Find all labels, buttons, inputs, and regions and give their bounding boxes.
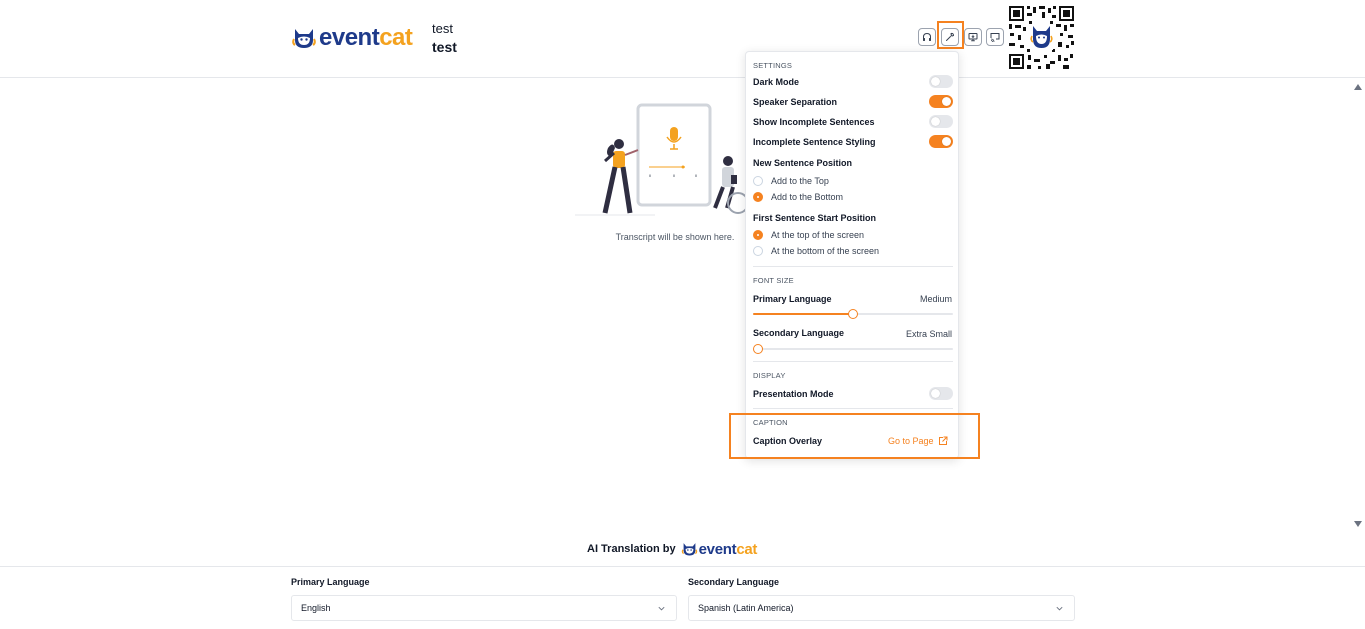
svg-text:II: II: [695, 173, 697, 178]
primary-language-value: English: [301, 603, 331, 613]
settings-section-title: SETTINGS: [753, 61, 793, 70]
presentation-mode-toggle[interactable]: [929, 387, 953, 400]
primary-language-label: Primary Language: [291, 577, 370, 587]
secondary-font-value: Extra Small: [905, 329, 952, 339]
qr-code[interactable]: [1008, 5, 1075, 70]
primary-font-value: Medium: [919, 294, 952, 304]
dark-mode-label: Dark Mode: [753, 77, 800, 87]
divider: [753, 361, 953, 362]
event-title-line1: test: [432, 21, 453, 36]
cat-logo-icon: [681, 543, 697, 556]
radio-label: Add to the Top: [771, 176, 829, 186]
radio-button-selected[interactable]: [753, 192, 763, 202]
dark-mode-toggle[interactable]: [929, 75, 953, 88]
display-section-title: DISPLAY: [753, 371, 786, 380]
show-incomplete-toggle[interactable]: [929, 115, 953, 128]
primary-language-select[interactable]: English: [291, 595, 677, 621]
language-footer: Primary Language English Secondary Langu…: [0, 566, 1365, 629]
radio-add-to-bottom[interactable]: Add to the Bottom: [753, 191, 843, 203]
secondary-font-label: Secondary Language: [753, 328, 845, 338]
incomplete-styling-toggle[interactable]: [929, 135, 953, 148]
slider-thumb[interactable]: [848, 309, 858, 319]
radio-button[interactable]: [753, 246, 763, 256]
show-incomplete-label: Show Incomplete Sentences: [753, 117, 875, 127]
ai-translation-credit: AI Translation by eventcat: [587, 540, 757, 558]
eventcat-logo[interactable]: eventcat: [291, 24, 413, 52]
event-title: test test: [432, 20, 457, 56]
secondary-language-label: Secondary Language: [688, 577, 780, 587]
first-sentence-position-label: First Sentence Start Position: [753, 213, 877, 223]
screen-share-icon: [990, 33, 1000, 42]
radio-button[interactable]: [753, 176, 763, 186]
monitor-icon: [968, 33, 978, 42]
font-size-section-title: FONT SIZE: [753, 276, 794, 285]
divider: [753, 408, 953, 409]
secondary-language-select[interactable]: Spanish (Latin America): [688, 595, 1075, 621]
logo-text: eventcat: [319, 24, 413, 51]
incomplete-styling-label: Incomplete Sentence Styling: [753, 137, 876, 147]
radio-bottom-of-screen[interactable]: At the bottom of the screen: [753, 245, 879, 257]
presentation-mode-label: Presentation Mode: [753, 389, 834, 399]
primary-font-label: Primary Language: [753, 294, 832, 304]
speaker-separation-label: Speaker Separation: [753, 97, 838, 107]
svg-text:II: II: [649, 173, 651, 178]
present-button[interactable]: [964, 28, 982, 46]
radio-top-of-screen[interactable]: At the top of the screen: [753, 229, 864, 241]
radio-button-selected[interactable]: [753, 230, 763, 240]
headphones-icon: [923, 32, 931, 41]
empty-transcript-illustration: II II II: [575, 103, 749, 216]
caption-highlight-box: [729, 413, 980, 459]
cast-button[interactable]: [986, 28, 1004, 46]
ai-translation-text: AI Translation by: [587, 543, 676, 555]
chevron-down-icon: [1056, 606, 1063, 611]
svg-text:II: II: [673, 173, 675, 178]
brand-text: eventcat: [698, 540, 758, 558]
radio-add-to-top[interactable]: Add to the Top: [753, 175, 829, 187]
audio-button[interactable]: [918, 28, 936, 46]
settings-panel: SETTINGS Dark Mode Speaker Separation Sh…: [745, 51, 959, 459]
speaker-separation-toggle[interactable]: [929, 95, 953, 108]
header: eventcat test test: [0, 0, 1365, 78]
chevron-down-icon: [658, 606, 665, 611]
scroll-down-arrow[interactable]: [1353, 519, 1363, 529]
secondary-language-value: Spanish (Latin America): [698, 603, 794, 613]
slider-thumb[interactable]: [753, 344, 763, 354]
radio-label: At the top of the screen: [771, 230, 865, 240]
secondary-font-slider[interactable]: [753, 344, 953, 354]
primary-font-slider[interactable]: [753, 309, 953, 319]
settings-button-highlight: [937, 21, 964, 49]
radio-label: Add to the Bottom: [771, 192, 844, 202]
divider: [753, 266, 953, 267]
scroll-up-arrow[interactable]: [1353, 82, 1363, 92]
radio-label: At the bottom of the screen: [771, 246, 880, 256]
new-sentence-position-label: New Sentence Position: [753, 158, 853, 168]
cat-logo-icon: [292, 29, 316, 48]
event-title-line2: test: [432, 39, 457, 55]
